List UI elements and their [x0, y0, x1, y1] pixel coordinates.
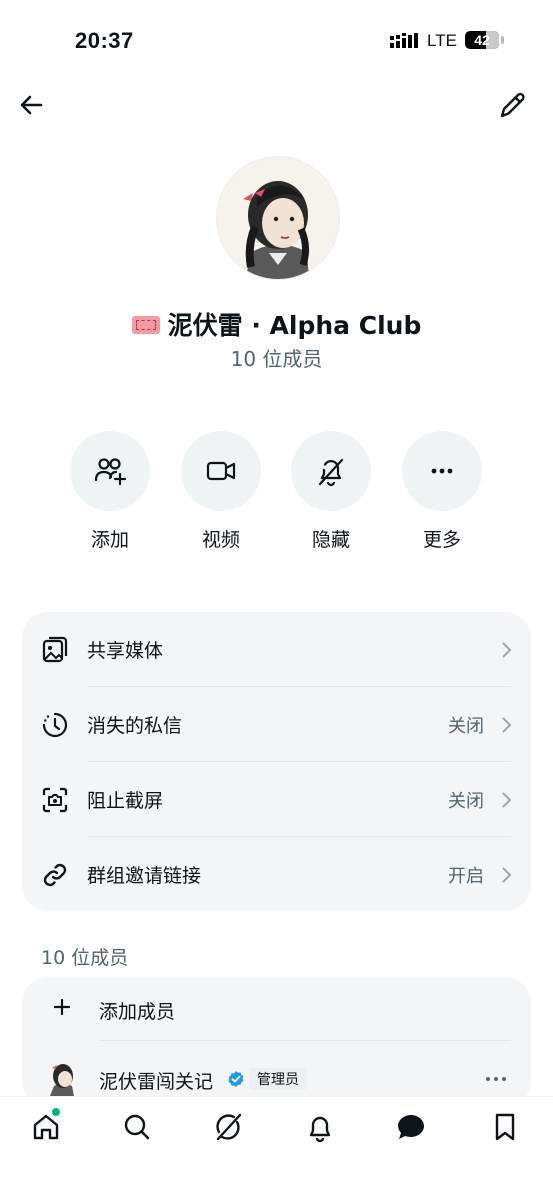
invite-link-label: 群组邀请链接 [87, 865, 202, 887]
bottom-tab-bar [0, 1096, 553, 1201]
mute-action-label: 隐藏 [311, 529, 350, 551]
battery-indicator: 42 [465, 31, 504, 49]
divider [99, 1040, 511, 1041]
mute-action-button[interactable]: 隐藏 [291, 431, 371, 552]
video-action-button[interactable]: 视频 [181, 431, 261, 552]
plus-icon[interactable] [50, 995, 74, 1019]
search-icon[interactable] [121, 1111, 153, 1143]
members-heading: 10 位成员 [41, 947, 129, 969]
group-name: 泥伏雷 · Alpha Club [0, 306, 553, 342]
verified-badge-icon [228, 1071, 244, 1087]
add-user-icon [94, 458, 127, 486]
chevron-right-icon [502, 791, 512, 808]
member-name[interactable]: 泥伏雷闯关记 [99, 1067, 213, 1094]
screenshot-icon [42, 787, 68, 812]
back-arrow-icon[interactable] [14, 88, 48, 122]
add-action-button[interactable]: 添加 [70, 431, 150, 552]
member-avatar[interactable] [46, 1058, 80, 1096]
block-screenshot-label: 阻止截屏 [87, 790, 164, 812]
invite-link-value: 开启 [448, 865, 484, 887]
more-icon [431, 468, 453, 474]
disappearing-messages-row[interactable]: 消失的私信 关闭 [22, 687, 531, 762]
add-member-button[interactable]: 添加成员 [99, 997, 175, 1024]
more-action-button[interactable]: 更多 [402, 431, 482, 552]
chevron-right-icon [502, 641, 512, 658]
link-icon [43, 863, 67, 886]
messages-icon[interactable] [395, 1111, 427, 1143]
status-time: 20:37 [75, 28, 134, 53]
admin-badge: 管理员 [249, 1068, 307, 1090]
video-action-label: 视频 [201, 529, 240, 551]
network-type: LTE [427, 31, 457, 50]
settings-card: 共享媒体 消失的私信 关闭 阻止截屏 关闭 群组邀请链接 开启 [22, 612, 531, 911]
invite-link-row[interactable]: 群组邀请链接 开启 [22, 837, 531, 912]
more-icon[interactable] [484, 1070, 508, 1088]
timer-icon [42, 712, 68, 737]
chevron-right-icon [502, 866, 512, 883]
signal-icon [390, 33, 418, 48]
group-avatar[interactable] [216, 156, 340, 280]
more-action-label: 更多 [422, 529, 461, 551]
video-icon [206, 461, 236, 481]
disappearing-messages-label: 消失的私信 [87, 715, 183, 737]
media-icon [42, 636, 68, 662]
bell-slash-icon [318, 458, 344, 487]
avatar-illustration [46, 1058, 80, 1096]
shared-media-label: 共享媒体 [87, 640, 164, 662]
battery-level: 42 [474, 32, 490, 48]
group-name-text: 泥伏雷 · Alpha Club [167, 311, 422, 340]
grok-icon[interactable] [212, 1111, 244, 1143]
bookmark-icon[interactable] [489, 1111, 521, 1143]
disappearing-messages-value: 关闭 [448, 715, 484, 737]
ticket-emoji-icon [131, 316, 160, 334]
block-screenshot-row[interactable]: 阻止截屏 关闭 [22, 762, 531, 837]
chevron-right-icon [502, 716, 512, 733]
add-action-label: 添加 [90, 529, 129, 551]
bell-icon[interactable] [304, 1111, 336, 1143]
edit-pencil-icon[interactable] [496, 88, 530, 122]
notification-dot [52, 1108, 60, 1116]
shared-media-row[interactable]: 共享媒体 [22, 612, 531, 687]
member-count[interactable]: 10 位成员 [0, 343, 553, 372]
avatar-illustration [217, 157, 339, 279]
block-screenshot-value: 关闭 [448, 790, 484, 812]
